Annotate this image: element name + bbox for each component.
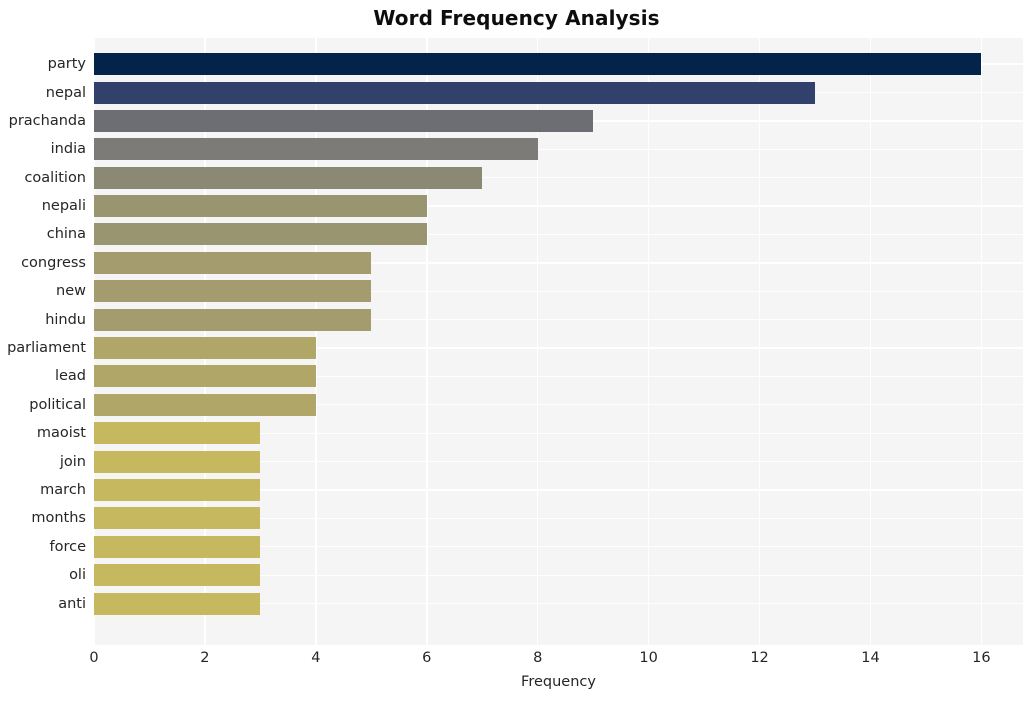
chart-title: Word Frequency Analysis — [373, 6, 660, 30]
bar-parliament — [94, 337, 316, 360]
y-tick-label: months — [31, 510, 86, 527]
y-tick-label: china — [46, 226, 86, 243]
x-tick-label: 0 — [89, 650, 99, 666]
bar-nepali — [94, 195, 427, 218]
bar-china — [94, 223, 427, 246]
x-tick-label: 12 — [750, 650, 769, 666]
bar-congress — [94, 251, 372, 274]
x-tick-label: 14 — [861, 650, 880, 666]
y-tick-label: new — [56, 283, 86, 300]
y-tick-label: prachanda — [8, 112, 86, 129]
y-tick-label: parliament — [7, 340, 86, 357]
bar-political — [94, 393, 316, 416]
x-tick-label: 4 — [311, 650, 321, 666]
x-tick-label: 16 — [972, 650, 991, 666]
x-tick-label: 6 — [422, 650, 432, 666]
y-tick-label: nepali — [41, 198, 86, 215]
y-tick-label: march — [40, 481, 86, 498]
bar-anti — [94, 592, 261, 615]
y-tick-label: party — [47, 56, 86, 73]
x-axis-title: Frequency — [521, 674, 596, 690]
bar-prachanda — [94, 109, 594, 132]
y-tick-label: force — [49, 538, 86, 555]
bar-lead — [94, 365, 316, 388]
x-tick-label: 10 — [639, 650, 658, 666]
chart-figure: Word Frequency Analysis party nepal pracha… — [0, 0, 1033, 701]
bar-maoist — [94, 422, 261, 445]
x-tick-label: 8 — [533, 650, 543, 666]
y-tick-label: maoist — [36, 425, 86, 442]
y-tick-label: india — [50, 141, 86, 158]
bar-party — [94, 53, 982, 76]
bar-months — [94, 507, 261, 530]
bar-hindu — [94, 308, 372, 331]
bar-nepal — [94, 81, 815, 104]
y-axis-tick-labels: party nepal prachanda india coalition nepali c… — [0, 38, 86, 645]
x-axis-tick-labels: 0 2 4 6 8 10 12 14 16 — [0, 650, 1033, 672]
bar-march — [94, 478, 261, 501]
y-tick-label: lead — [54, 368, 86, 385]
y-tick-label: congress — [21, 254, 86, 271]
bar-new — [94, 280, 372, 303]
x-gridline — [869, 38, 872, 645]
y-tick-label: political — [29, 396, 86, 413]
x-tick-label: 2 — [200, 650, 210, 666]
plot-area — [94, 38, 1023, 645]
x-gridline — [980, 38, 983, 645]
bar-oli — [94, 564, 261, 587]
y-tick-label: nepal — [45, 84, 86, 101]
y-tick-label: oli — [69, 567, 86, 584]
y-tick-label: anti — [58, 595, 86, 612]
bar-join — [94, 450, 261, 473]
y-tick-label: coalition — [24, 169, 86, 186]
bar-coalition — [94, 166, 483, 189]
y-tick-label: hindu — [45, 311, 86, 328]
x-gridline — [647, 38, 650, 645]
bar-india — [94, 138, 538, 161]
bar-force — [94, 535, 261, 558]
x-gridline — [758, 38, 761, 645]
y-tick-label: join — [59, 453, 86, 470]
